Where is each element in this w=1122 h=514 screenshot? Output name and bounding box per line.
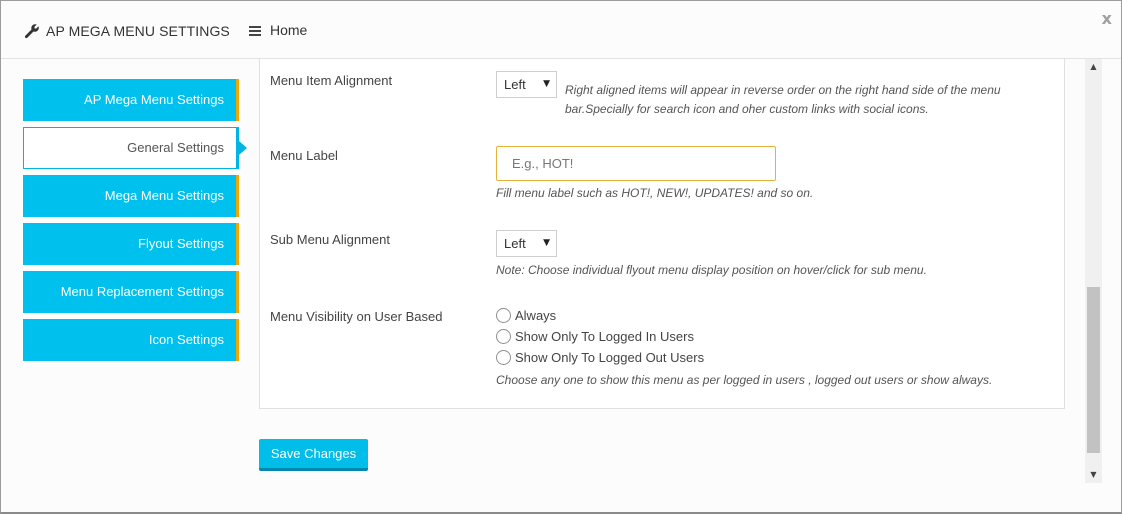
visibility-option-logged-out[interactable]: Show Only To Logged Out Users [496, 350, 704, 365]
menu-item-alignment-hint-line1: Right aligned items will appear in rever… [565, 83, 1001, 97]
menu-label-hint: Fill menu label such as HOT!, NEW!, UPDA… [496, 186, 814, 200]
sub-menu-alignment-label: Sub Menu Alignment [270, 232, 390, 247]
settings-sidebar: AP Mega Menu Settings General Settings M… [23, 79, 247, 367]
dropdown-arrow-icon: ▼ [543, 238, 550, 248]
home-label: Home [270, 22, 308, 38]
visibility-option-label: Show Only To Logged Out Users [515, 350, 705, 365]
radio-button[interactable] [496, 329, 511, 344]
sidebar-item-menu-replacement-settings[interactable]: Menu Replacement Settings [23, 271, 239, 313]
modal-header: AP MEGA MENU SETTINGS Home x [1, 1, 1121, 59]
menu-visibility-hint: Choose any one to show this menu as per … [496, 373, 993, 387]
settings-modal: AP MEGA MENU SETTINGS Home x AP Mega Men… [0, 0, 1122, 514]
menu-label-label: Menu Label [270, 148, 338, 163]
menu-item-alignment-value: Left [504, 77, 526, 92]
visibility-option-label: Show Only To Logged In Users [515, 329, 694, 344]
scrollbar-thumb[interactable] [1087, 287, 1100, 453]
menu-item-alignment-hint-line2: bar.Specially for search icon and oher c… [565, 102, 929, 116]
menu-item-alignment-select[interactable]: Left ▼ [496, 71, 557, 98]
sub-menu-alignment-value: Left [504, 236, 526, 251]
visibility-option-logged-in[interactable]: Show Only To Logged In Users [496, 329, 694, 344]
general-settings-panel: Menu Item Alignment Left ▼ Right aligned… [259, 59, 1065, 409]
sidebar-item-mega-menu-settings[interactable]: Mega Menu Settings [23, 175, 239, 217]
sub-menu-alignment-hint: Note: Choose individual flyout menu disp… [496, 263, 927, 277]
wrench-icon [24, 24, 39, 39]
home-link[interactable]: Home [249, 22, 307, 38]
scroll-up-arrow-icon[interactable]: ▲ [1085, 59, 1102, 75]
visibility-option-always[interactable]: Always [496, 308, 556, 323]
sidebar-item-ap-mega-menu-settings[interactable]: AP Mega Menu Settings [23, 79, 239, 121]
close-icon[interactable]: x [1102, 9, 1112, 28]
menu-visibility-label: Menu Visibility on User Based [270, 309, 443, 324]
scroll-down-arrow-icon[interactable]: ▼ [1085, 467, 1102, 483]
dropdown-arrow-icon: ▼ [543, 79, 550, 89]
radio-button[interactable] [496, 308, 511, 323]
header-title-text: AP MEGA MENU SETTINGS [46, 23, 230, 39]
sidebar-item-flyout-settings[interactable]: Flyout Settings [23, 223, 239, 265]
radio-button[interactable] [496, 350, 511, 365]
hamburger-icon [249, 25, 261, 36]
sub-menu-alignment-select[interactable]: Left ▼ [496, 230, 557, 257]
scrollbar[interactable]: ▲ ▼ [1085, 59, 1102, 483]
header-title: AP MEGA MENU SETTINGS [24, 23, 230, 39]
visibility-option-label: Always [515, 308, 557, 323]
menu-item-alignment-hint: Right aligned items will appear in rever… [565, 81, 1001, 119]
sidebar-item-general-settings[interactable]: General Settings [23, 127, 247, 169]
menu-item-alignment-label: Menu Item Alignment [270, 73, 393, 88]
menu-label-input[interactable] [496, 146, 776, 181]
save-changes-button[interactable]: Save Changes [259, 439, 368, 471]
sidebar-item-icon-settings[interactable]: Icon Settings [23, 319, 239, 361]
